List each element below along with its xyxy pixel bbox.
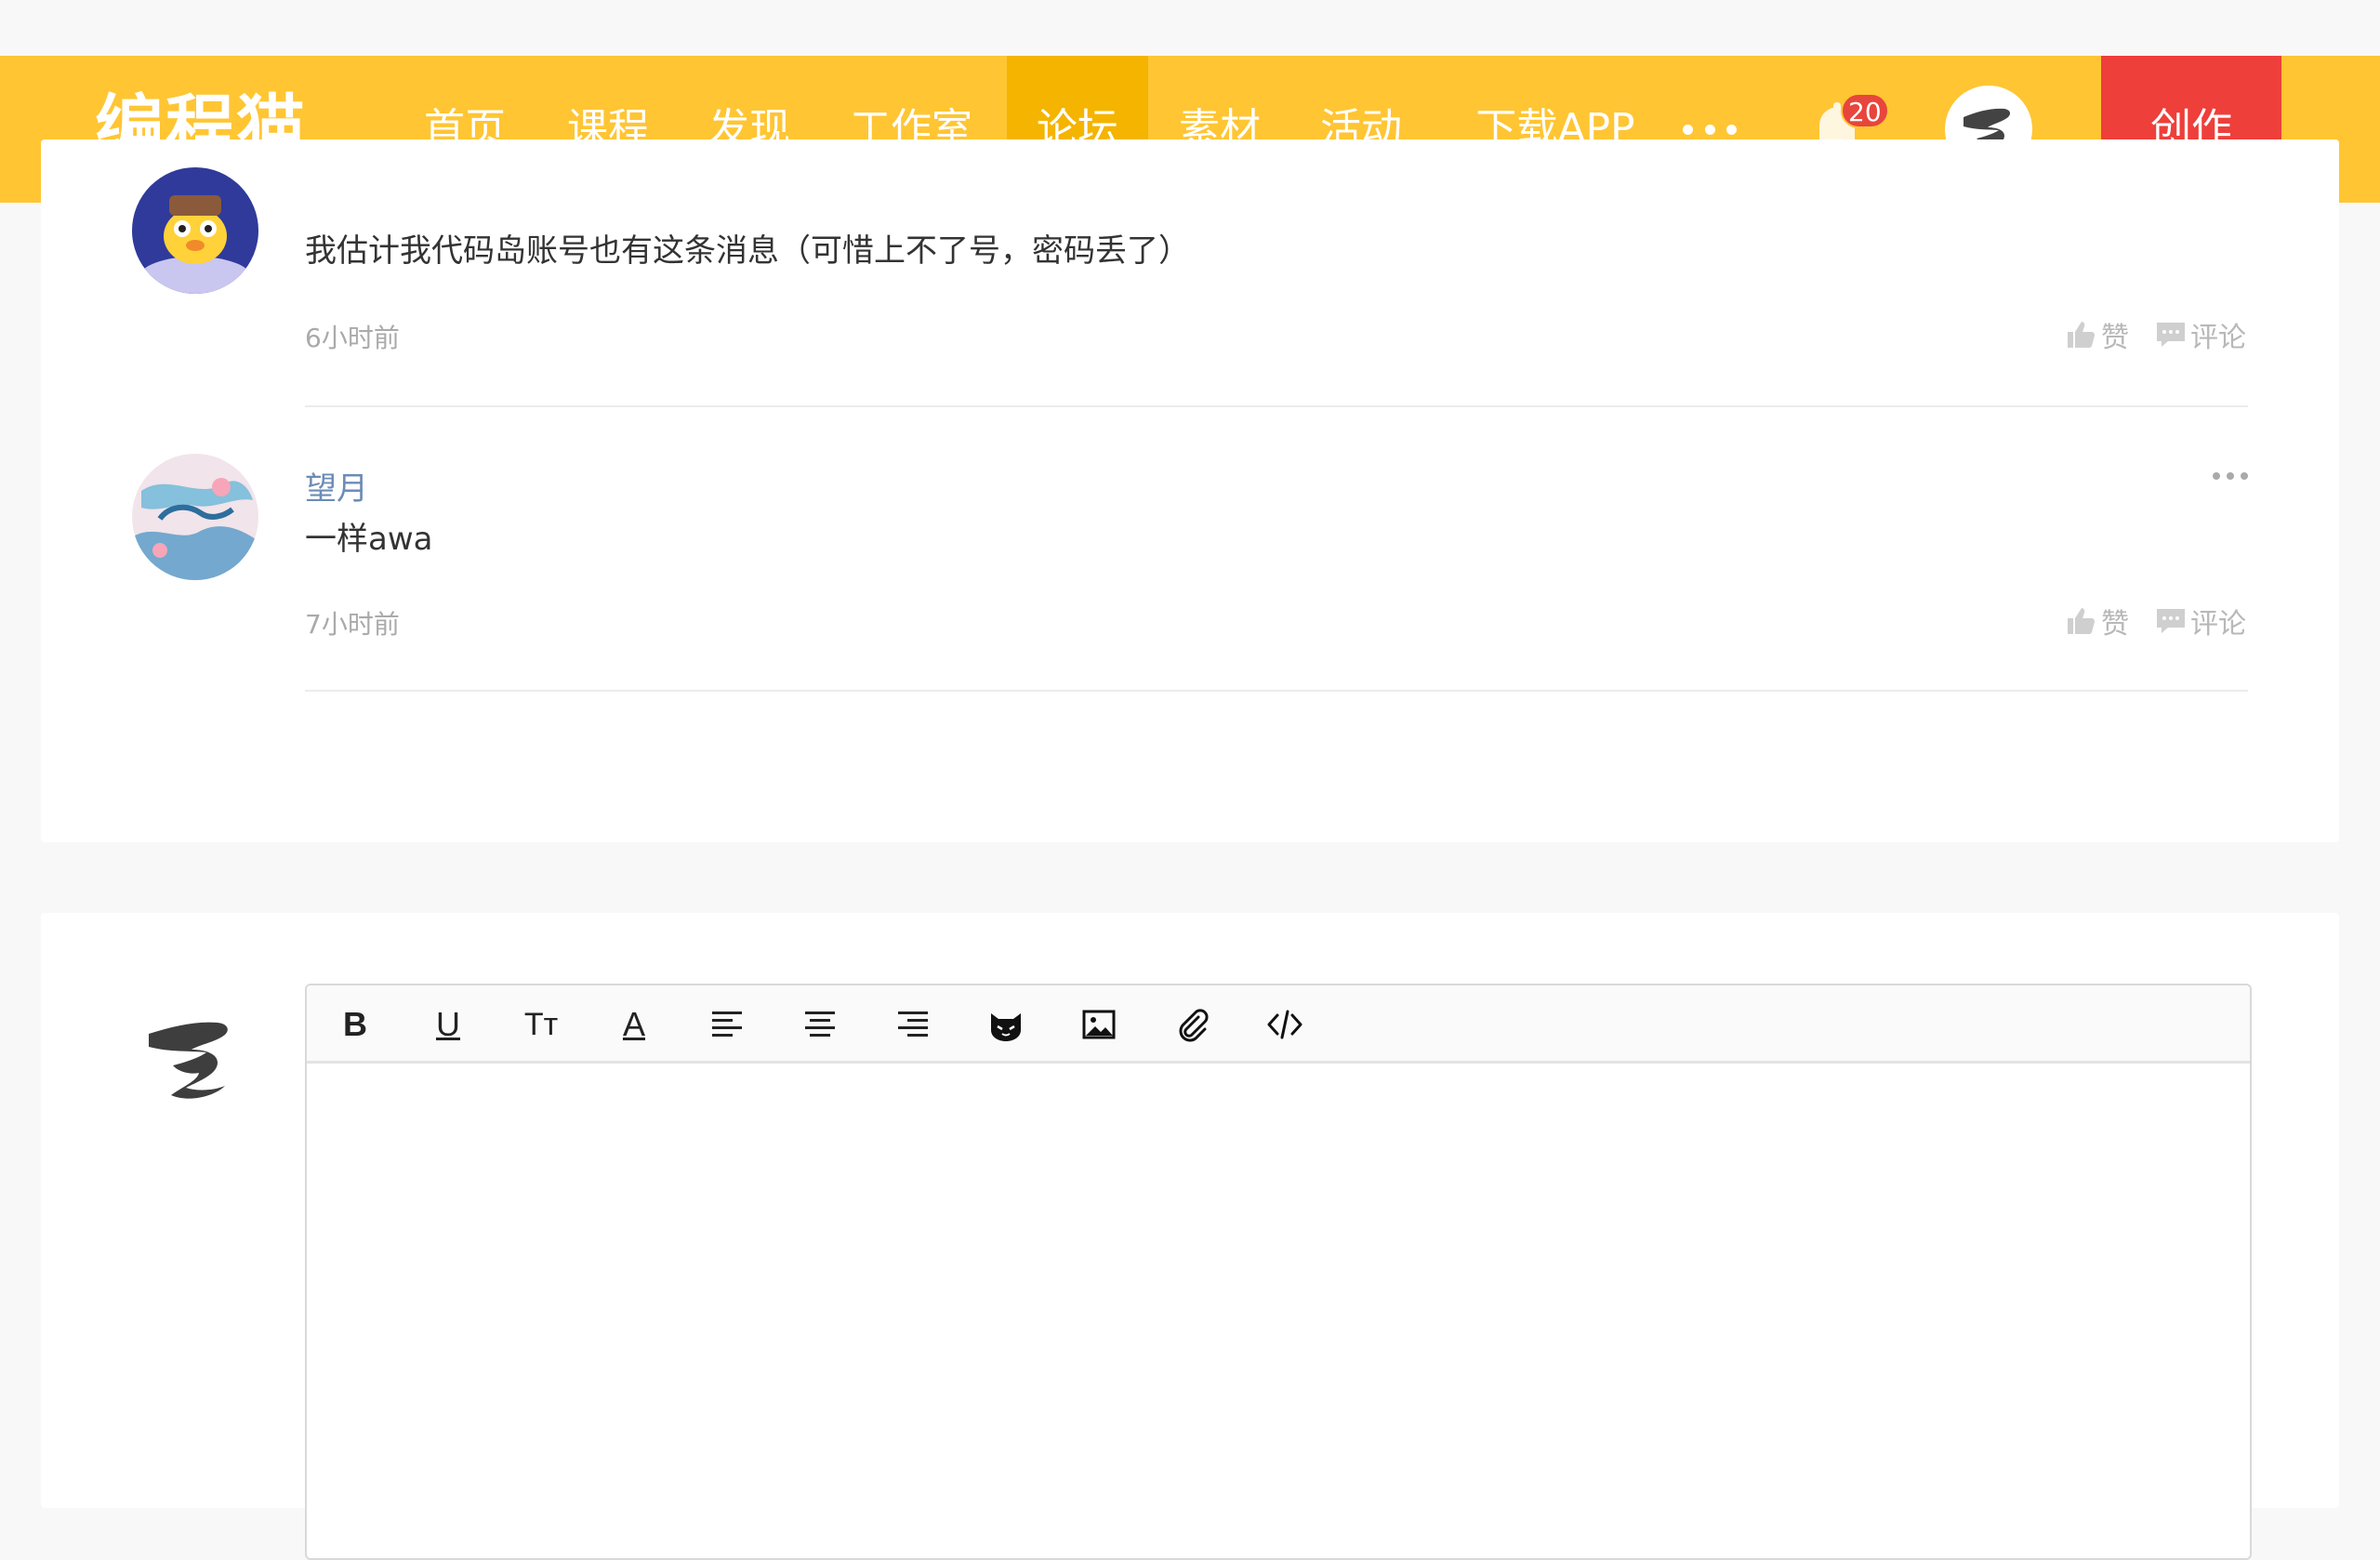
comment-text: 一样awa xyxy=(305,521,433,558)
font-color-icon[interactable]: A xyxy=(614,1004,654,1045)
comment-time: 6小时前 xyxy=(305,323,400,353)
like-label: 赞 xyxy=(2101,608,2129,641)
comment-bubble-icon xyxy=(2157,609,2185,633)
editor-toolbar: B U Tт A xyxy=(307,985,2250,1064)
current-user-avatar xyxy=(143,993,270,1119)
comment-actions: 赞 评论 xyxy=(2066,601,2246,641)
thumbs-up-icon xyxy=(2068,608,2095,634)
bold-icon[interactable]: B xyxy=(335,1004,376,1045)
like-button[interactable]: 赞 xyxy=(2066,601,2129,641)
editor-input[interactable] xyxy=(307,1066,2250,1559)
commenter-name[interactable]: 望月 xyxy=(305,463,368,509)
comment-label: 评论 xyxy=(2190,322,2246,354)
underline-icon[interactable]: U xyxy=(428,1004,469,1045)
comment-text: 我估计我代码岛账号也有这条消息（可惜上不了号，密码丢了） xyxy=(305,232,1190,270)
comment-divider xyxy=(305,405,2248,407)
comment-label: 评论 xyxy=(2190,608,2246,641)
thumbs-up-icon xyxy=(2068,322,2095,348)
comment-divider xyxy=(305,690,2248,692)
notification-badge: 20 xyxy=(1841,93,1889,128)
attachment-icon[interactable] xyxy=(1171,1004,1212,1045)
align-right-icon[interactable] xyxy=(892,1004,933,1045)
commenter-avatar[interactable] xyxy=(132,454,258,580)
align-left-icon[interactable] xyxy=(707,1004,747,1045)
reply-button[interactable]: 评论 xyxy=(2155,314,2246,355)
code-icon[interactable] xyxy=(1264,1004,1305,1045)
align-center-icon[interactable] xyxy=(800,1004,840,1045)
commenter-avatar[interactable] xyxy=(132,167,258,294)
image-icon[interactable] xyxy=(1078,1004,1119,1045)
like-button[interactable]: 赞 xyxy=(2066,314,2129,355)
comment-bubble-icon xyxy=(2157,323,2185,347)
more-options-icon[interactable] xyxy=(2213,470,2248,482)
reply-editor-card: B U Tт A xyxy=(41,913,2339,1560)
emoji-cat-icon[interactable] xyxy=(985,1004,1026,1045)
font-size-icon[interactable]: Tт xyxy=(521,1004,562,1045)
rich-text-editor: B U Tт A xyxy=(305,984,2252,1560)
comments-card: 我估计我代码岛账号也有这条消息（可惜上不了号，密码丢了） 6小时前 赞 评论 望… xyxy=(41,139,2339,842)
reply-button[interactable]: 评论 xyxy=(2155,601,2246,641)
comment-actions: 赞 评论 xyxy=(2066,314,2246,355)
like-label: 赞 xyxy=(2101,322,2129,354)
comment-time: 7小时前 xyxy=(305,609,400,640)
